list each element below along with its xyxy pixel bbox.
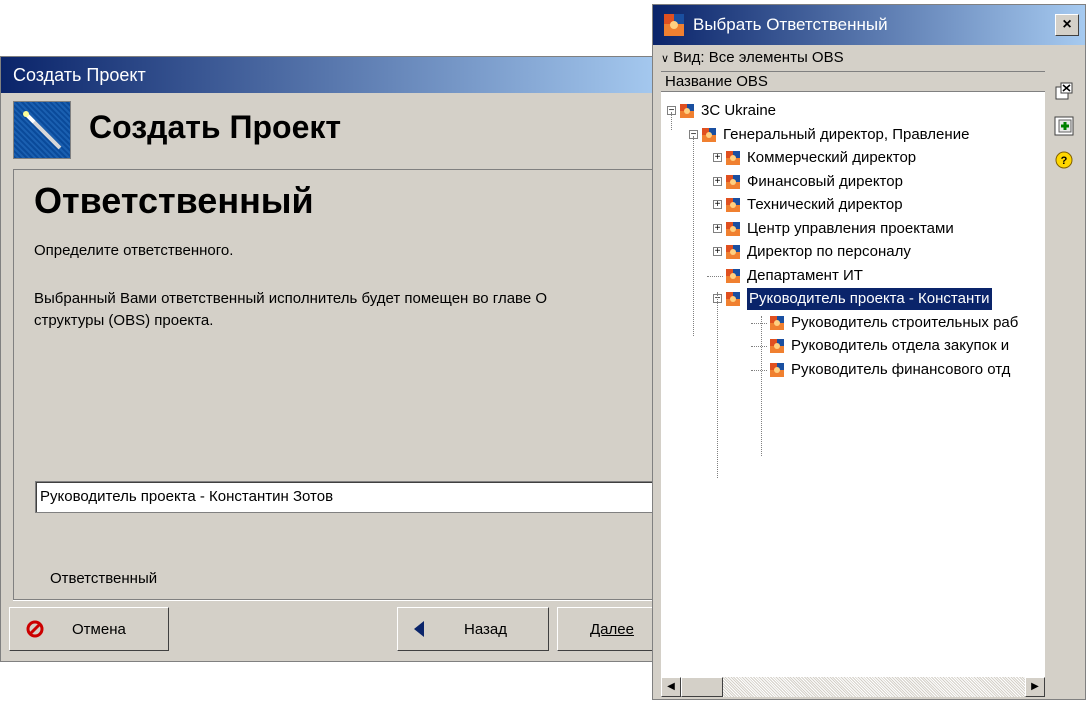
obs-node-icon [726, 292, 740, 306]
tree-connector [707, 275, 723, 277]
tree-item-label: 3C Ukraine [701, 102, 777, 119]
tree-guide-line [761, 316, 762, 456]
step-title: Ответственный [34, 180, 314, 221]
obs-node-icon [726, 268, 740, 283]
wizard-header: Создать Проект [13, 101, 661, 161]
tree-connector [751, 369, 767, 371]
view-selector[interactable]: ∨ Вид: Все элементы OBS [661, 49, 844, 66]
create-project-wizard: Создать Проект Создать Проект Ответствен… [0, 56, 675, 662]
obs-node-icon [770, 339, 784, 353]
tree-item-label: Генеральный директор, Правление [723, 125, 970, 143]
expand-icon[interactable]: + [713, 247, 722, 257]
tree-connector [751, 322, 767, 324]
next-button[interactable]: Далее [557, 607, 667, 651]
back-label: Назад [464, 621, 507, 638]
tree-guide-line [671, 112, 672, 130]
cancel-icon [26, 620, 44, 638]
wizard-window-title: Создать Проект [13, 65, 146, 85]
svg-text:?: ? [1061, 155, 1068, 167]
tree-guide-line [717, 292, 718, 478]
scroll-left-button[interactable]: ◀ [661, 677, 681, 697]
responsible-field-label: Ответственный [50, 570, 158, 587]
tree-item-label: Технический директор [747, 196, 903, 213]
obs-node-icon [680, 104, 694, 118]
chevron-down-icon: ∨ [661, 53, 670, 65]
expand-icon[interactable]: + [713, 200, 722, 210]
tree-item-label: Финансовый директор [747, 172, 903, 190]
responsible-field[interactable]: Руководитель проекта - Константин Зотов [35, 481, 675, 513]
obs-tree[interactable]: Название OBS −3C Ukraine − Генеральный дир… [661, 71, 1045, 678]
back-button[interactable]: Назад [397, 607, 549, 651]
obs-window-title: Выбрать Ответственный [693, 15, 888, 34]
footer-divider [13, 599, 663, 601]
tree-guide-line [693, 136, 694, 336]
obs-node-icon [726, 151, 740, 165]
expand-icon[interactable]: + [713, 223, 722, 233]
tree-item-label: Коммерческий директор [747, 149, 917, 166]
next-label: Далее [590, 621, 634, 638]
column-header-obs-name[interactable]: Название OBS [661, 72, 1045, 92]
horizontal-scrollbar[interactable]: ◀ ▶ [661, 677, 1045, 697]
obs-title-bar[interactable]: Выбрать Ответственный × [653, 5, 1085, 45]
remove-icon[interactable] [1053, 81, 1075, 103]
scroll-thumb[interactable] [681, 677, 723, 697]
obs-node-icon [726, 174, 740, 189]
obs-node-icon [770, 362, 784, 377]
obs-node-icon [770, 315, 784, 330]
tree-item-label: Руководитель финансового отд [791, 360, 1011, 378]
expand-icon[interactable]: + [713, 153, 722, 163]
tree-item-label: Руководитель строительных раб [791, 313, 1019, 331]
magic-wand-icon [13, 101, 71, 159]
obs-node-icon [702, 127, 716, 142]
wizard-heading: Создать Проект [89, 109, 342, 145]
close-button[interactable]: × [1055, 14, 1079, 36]
cancel-button[interactable]: Отмена [9, 607, 169, 651]
obs-person-icon [664, 14, 684, 36]
tree-item-label: Руководитель проекта - Константи [747, 288, 992, 310]
tree-connector [751, 346, 767, 347]
obs-node-icon [726, 221, 740, 236]
tree-item-label: Руководитель отдела закупок и [791, 337, 1010, 354]
obs-node-icon [726, 198, 740, 212]
step-explanation: Выбранный Вами ответственный исполнитель… [34, 290, 548, 329]
obs-node-icon [726, 245, 740, 259]
expand-icon[interactable]: + [713, 176, 722, 186]
add-icon[interactable] [1053, 115, 1075, 137]
tree-item-label: Центр управления проектами [747, 219, 954, 237]
scroll-right-button[interactable]: ▶ [1025, 677, 1045, 697]
tree-item-label: Директор по персоналу [747, 243, 911, 260]
help-icon[interactable]: ? [1053, 149, 1075, 171]
wizard-step-panel: Ответственный Определите ответственного.… [13, 169, 663, 599]
select-responsible-window: Выбрать Ответственный × ∨ Вид: Все элеме… [652, 4, 1086, 700]
step-description: Определите ответственного. [34, 242, 234, 259]
view-label: Вид: Все элементы OBS [673, 49, 844, 66]
wizard-title-bar[interactable]: Создать Проект [1, 57, 661, 93]
cancel-label: Отмена [72, 621, 126, 638]
arrow-left-icon [414, 621, 424, 637]
tree-item-label: Департамент ИТ [747, 266, 863, 284]
